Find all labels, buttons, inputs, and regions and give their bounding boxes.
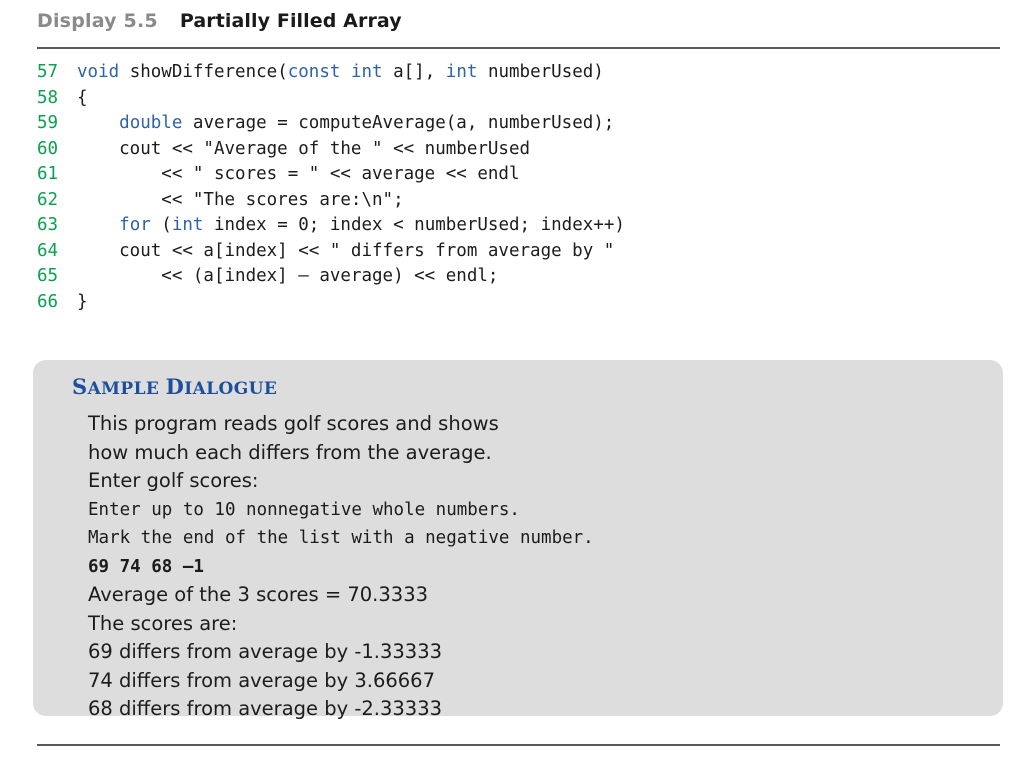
code-text-segment xyxy=(340,62,351,82)
code-text-segment: ( xyxy=(150,215,172,235)
code-text-segment: << "The scores are:\n"; xyxy=(77,189,404,210)
code-line: 64 cout << a[index] << " differs from av… xyxy=(37,239,1000,265)
code-line-text: cout << "Average of the " << numberUsed xyxy=(77,137,530,163)
dialogue-output-line: Mark the end of the list with a negative… xyxy=(88,528,594,548)
page-title: Partially Filled Array xyxy=(179,10,402,32)
code-line: 66} xyxy=(37,290,1000,316)
dialogue-output-line: Enter golf scores: xyxy=(88,469,259,492)
dialogue-output-line: The scores are: xyxy=(88,611,238,635)
dialogue-heading-part: S xyxy=(72,374,88,399)
code-text-segment: numberUsed) xyxy=(477,62,604,82)
code-line-text: { xyxy=(77,86,88,112)
code-text-segment: showDifference( xyxy=(119,62,288,82)
code-line: 65 << (a[index] – average) << endl; xyxy=(37,264,1000,290)
code-keyword: int xyxy=(171,215,204,235)
code-text-segment xyxy=(77,215,119,235)
sample-dialogue-box: SAMPLE DIALOGUE This program reads golf … xyxy=(33,360,1003,720)
sample-dialogue-heading: SAMPLE DIALOGUE xyxy=(72,374,277,399)
code-line-number: 57 xyxy=(37,62,59,82)
code-line: 57 void showDifference(const int a[], int… xyxy=(37,60,1000,86)
code-line-number: 64 xyxy=(37,240,59,261)
footer-divider-rule xyxy=(37,744,1000,746)
code-line-number: 62 xyxy=(37,189,59,210)
code-text-segment: { xyxy=(77,87,88,108)
code-keyword: int xyxy=(445,62,478,82)
code-text-segment: index = 0; index < numberUsed; index++) xyxy=(203,215,625,235)
code-text-segment xyxy=(77,113,119,133)
code-text-segment: << " scores = " << average << endl xyxy=(77,164,520,184)
code-line-number: 65 xyxy=(37,266,59,286)
code-text-segment: average = computeAverage(a, numberUsed); xyxy=(182,113,615,133)
dialogue-heading-part: IALOGUE xyxy=(184,379,278,399)
code-keyword: int xyxy=(350,62,383,82)
code-keyword: const xyxy=(287,62,341,82)
code-line: 60 cout << "Average of the " << numberUs… xyxy=(37,137,1000,163)
code-text-segment: } xyxy=(77,291,88,312)
code-keyword: double xyxy=(119,113,183,133)
sample-dialogue-body: This program reads golf scores and shows… xyxy=(88,410,983,724)
display-number-label: Display 5.5 xyxy=(37,10,158,32)
code-line-text: } xyxy=(77,290,88,316)
code-line-number: 61 xyxy=(37,164,59,184)
code-listing: 57 void showDifference(const int a[], int… xyxy=(37,60,1000,315)
code-line: 59 double average = computeAverage(a, nu… xyxy=(37,111,1000,137)
code-line: 61 << " scores = " << average << endl xyxy=(37,162,1000,188)
code-line-number: 60 xyxy=(37,138,59,159)
code-line: 63 for (int index = 0; index < numberUse… xyxy=(37,213,1000,239)
header-divider-rule xyxy=(37,47,1000,49)
code-line-number: 63 xyxy=(37,215,59,235)
code-line-number: 58 xyxy=(37,87,59,108)
code-line-number: 59 xyxy=(37,113,59,133)
dialogue-output-line: This program reads golf scores and shows xyxy=(88,412,499,435)
dialogue-heading-part: D xyxy=(165,374,185,399)
code-keyword: for xyxy=(119,215,151,235)
code-line: 62 << "The scores are:\n"; xyxy=(37,188,1000,214)
code-line-text: << " scores = " << average << endl xyxy=(77,162,520,188)
code-line-text: << "The scores are:\n"; xyxy=(77,188,404,214)
code-line-text: for (int index = 0; index < numberUsed; … xyxy=(77,213,625,239)
dialogue-output-line: 68 differs from average by -2.33333 xyxy=(88,697,443,720)
dialogue-output-line: 74 differs from average by 3.66667 xyxy=(88,668,435,692)
code-text-segment: a[], xyxy=(382,62,446,82)
code-line-text: double average = computeAverage(a, numbe… xyxy=(77,111,614,137)
code-line: 58 { xyxy=(37,86,1000,112)
code-line-text: cout << a[index] << " differs from avera… xyxy=(77,239,614,265)
code-text-segment: cout << a[index] << " differs from avera… xyxy=(77,240,615,261)
code-text-segment: cout << "Average of the " << numberUsed xyxy=(77,138,531,159)
dialogue-output-line: Average of the 3 scores = 70.3333 xyxy=(88,583,429,606)
dialogue-input-line: 69 74 68 –1 xyxy=(88,556,204,577)
code-text-segment: << (a[index] – average) << endl; xyxy=(77,266,499,286)
dialogue-output-line: Enter up to 10 nonnegative whole numbers… xyxy=(88,499,520,520)
dialogue-heading-part: AMPLE xyxy=(87,379,166,399)
code-line-text: void showDifference(const int a[], int n… xyxy=(77,60,604,86)
code-line-text: << (a[index] – average) << endl; xyxy=(77,264,498,290)
code-keyword: void xyxy=(77,62,120,82)
code-line-number: 66 xyxy=(37,291,59,312)
dialogue-output-line: 69 differs from average by -1.33333 xyxy=(88,640,443,663)
display-header: Display 5.5 Partially Filled Array xyxy=(37,10,402,32)
dialogue-output-line: how much each differs from the average. xyxy=(88,440,492,464)
